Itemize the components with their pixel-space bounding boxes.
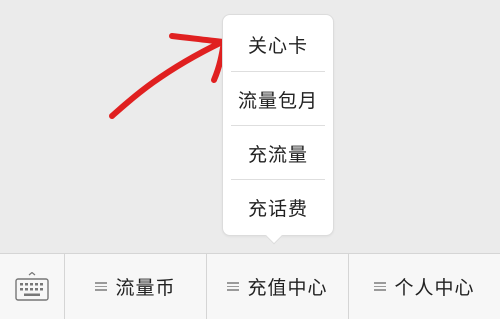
menu-lines-icon	[227, 280, 240, 293]
submenu-item-label: 充流量	[247, 143, 308, 166]
chat-screen: 关心卡 流量包月 充流量 充话费 流量币 充值中心 个人中心	[0, 0, 500, 319]
menu-item-label: 个人中心	[394, 277, 475, 299]
menu-item-personal-center[interactable]: 个人中心	[349, 254, 500, 319]
menu-lines-icon	[95, 280, 108, 293]
submenu-popup: 关心卡 流量包月 充流量 充话费	[222, 14, 334, 236]
menu-lines-icon	[374, 280, 387, 293]
submenu-item-recharge-data[interactable]: 充流量	[223, 126, 333, 180]
submenu-item-care-card[interactable]: 关心卡	[223, 17, 333, 71]
menu-item-recharge-center[interactable]: 充值中心	[207, 254, 348, 319]
menu-item-label: 充值中心	[247, 277, 328, 299]
submenu-item-label: 流量包月	[237, 89, 318, 112]
submenu-item-recharge-phone[interactable]: 充话费	[223, 180, 333, 234]
menu-item-label: 流量币	[115, 277, 176, 299]
keyboard-icon	[15, 271, 49, 301]
submenu-item-label: 充话费	[247, 197, 308, 220]
menu-item-traffic-coin[interactable]: 流量币	[65, 254, 206, 319]
submenu-item-monthly-data[interactable]: 流量包月	[223, 72, 333, 126]
submenu-item-label: 关心卡	[247, 34, 308, 57]
bottom-menu-bar: 流量币 充值中心 个人中心	[0, 253, 500, 319]
keyboard-toggle-button[interactable]	[0, 254, 64, 319]
